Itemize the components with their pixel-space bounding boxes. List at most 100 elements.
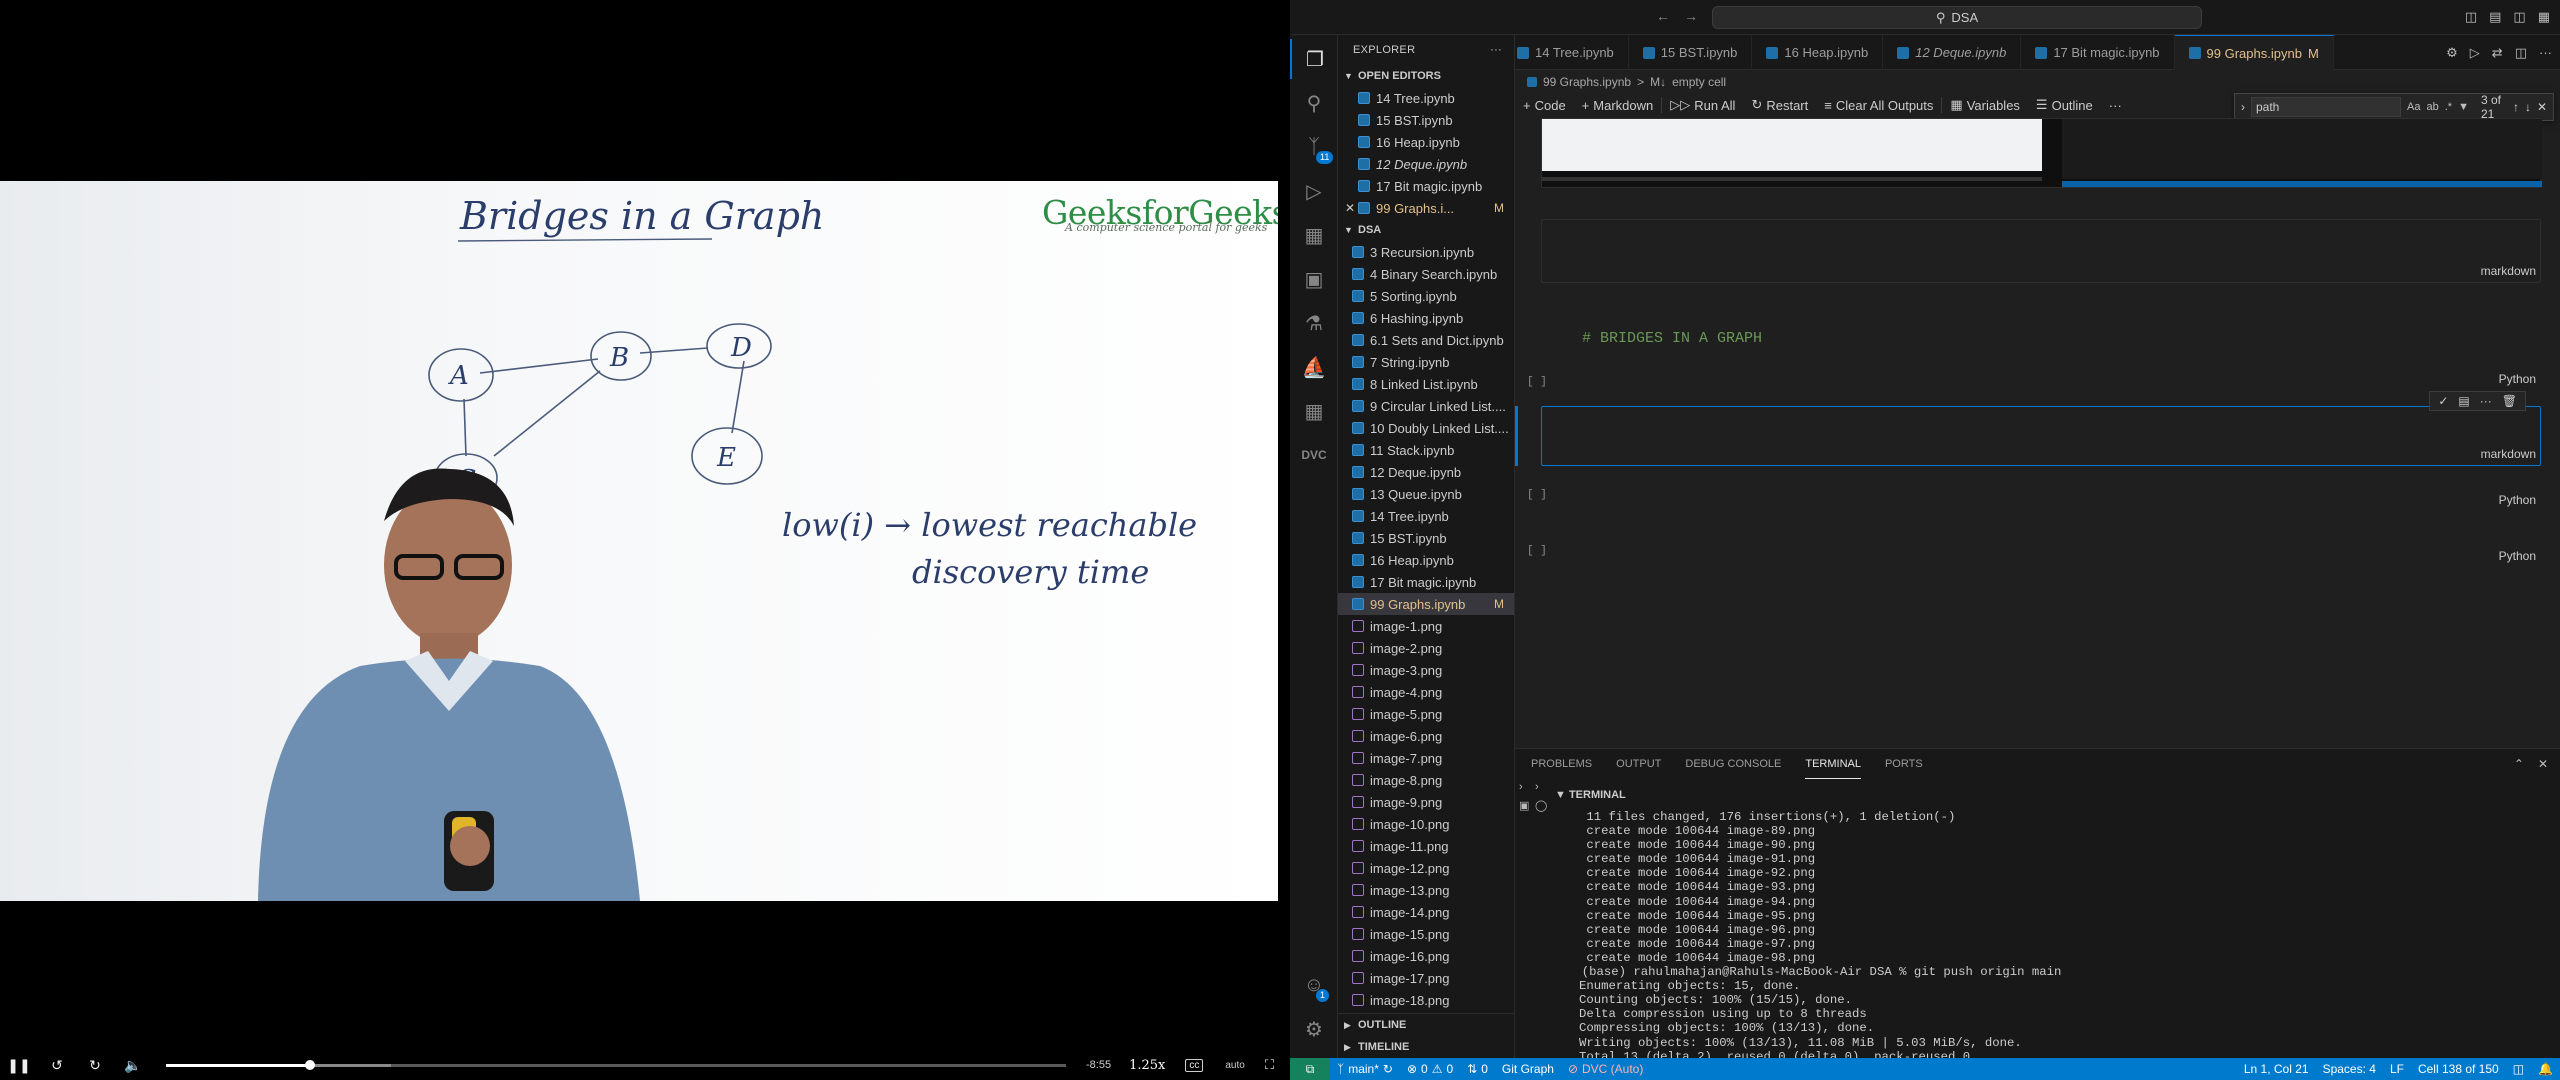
- file-tree-item[interactable]: image-11.png: [1338, 835, 1514, 857]
- match-case-toggle[interactable]: Aa: [2407, 101, 2420, 113]
- whole-word-toggle[interactable]: ab: [2426, 101, 2438, 113]
- file-tree-item[interactable]: 12 Deque.ipynb: [1338, 461, 1514, 483]
- search-view-icon[interactable]: ⚲: [1290, 83, 1338, 123]
- notebook-cell[interactable]: Python: [1541, 458, 2541, 512]
- settings-gear-icon[interactable]: ⚙: [1290, 1009, 1338, 1049]
- file-tree-item[interactable]: image-16.png: [1338, 945, 1514, 967]
- file-tree-item[interactable]: 3 Recursion.ipynb: [1338, 241, 1514, 263]
- nav-arrows[interactable]: ←→: [1656, 8, 1712, 24]
- editor-tab[interactable]: 16 Heap.ipynb: [1752, 35, 1884, 70]
- delete-icon[interactable]: 🗑: [2502, 394, 2517, 408]
- file-tree-item[interactable]: image-3.png: [1338, 659, 1514, 681]
- end-of-line[interactable]: LF: [2383, 1062, 2411, 1076]
- problems-indicator[interactable]: ⊗ 0 ⚠ 0: [1400, 1062, 1460, 1076]
- cursor-position[interactable]: Ln 1, Col 21: [2237, 1062, 2316, 1076]
- file-tree-item[interactable]: 7 String.ipynb: [1338, 351, 1514, 373]
- editor-tab[interactable]: 14 Tree.ipynb: [1515, 35, 1629, 70]
- progress-handle[interactable]: [305, 1059, 315, 1070]
- file-tree-item[interactable]: image-9.png: [1338, 791, 1514, 813]
- open-editor-item[interactable]: ✕ 99 Graphs.i... M: [1338, 197, 1514, 219]
- pause-button[interactable]: ❚❚: [0, 1050, 38, 1080]
- back-icon[interactable]: ←: [1656, 8, 1684, 24]
- breadcrumb-cell[interactable]: empty cell: [1672, 75, 1726, 89]
- forward-button[interactable]: ↻: [76, 1050, 114, 1080]
- file-tree-item[interactable]: image-17.png: [1338, 967, 1514, 989]
- cell-language[interactable]: Python: [2499, 493, 2536, 507]
- restart-button[interactable]: ↻ Restart: [1743, 97, 1816, 113]
- fullscreen-button[interactable]: ⛶: [1265, 1057, 1274, 1073]
- file-tree-item[interactable]: image-7.png: [1338, 747, 1514, 769]
- gear-icon[interactable]: ⚙: [2446, 45, 2458, 61]
- indentation[interactable]: Spaces: 4: [2316, 1062, 2383, 1076]
- run-icon[interactable]: ▷: [2470, 45, 2480, 61]
- chevron-right-icon[interactable]: ›: [1519, 781, 1523, 793]
- breadcrumb-file[interactable]: 99 Graphs.ipynb: [1543, 75, 1631, 89]
- panel-tab-output[interactable]: OUTPUT: [1616, 749, 1661, 779]
- file-tree-item[interactable]: 9 Circular Linked List....: [1338, 395, 1514, 417]
- add-code-cell-button[interactable]: + Code: [1515, 98, 1574, 113]
- file-tree-item[interactable]: 17 Bit magic.ipynb: [1338, 571, 1514, 593]
- file-tree-item[interactable]: 8 Linked List.ipynb: [1338, 373, 1514, 395]
- cell-language[interactable]: Python: [2499, 372, 2536, 386]
- file-tree-item[interactable]: image-2.png: [1338, 637, 1514, 659]
- account-icon[interactable]: ☺ 1: [1290, 965, 1338, 1005]
- extensions-icon[interactable]: ▦: [1290, 215, 1338, 255]
- git-graph-button[interactable]: Git Graph: [1495, 1062, 1561, 1076]
- filter-icon[interactable]: ▼: [2458, 101, 2469, 113]
- dvc-icon[interactable]: DVC: [1290, 435, 1338, 475]
- file-tree-item[interactable]: 11 Stack.ipynb: [1338, 439, 1514, 461]
- source-control-icon[interactable]: ᛉ 11: [1290, 127, 1338, 167]
- docker-icon[interactable]: ⛵: [1290, 347, 1338, 387]
- file-tree-item[interactable]: image-14.png: [1338, 901, 1514, 923]
- open-editor-item[interactable]: 12 Deque.ipynb: [1338, 153, 1514, 175]
- regex-toggle[interactable]: .*: [2445, 101, 2452, 113]
- file-tree-item[interactable]: image-13.png: [1338, 879, 1514, 901]
- command-center-search[interactable]: ⚲ DSA: [1712, 6, 2202, 29]
- chevron-right-icon[interactable]: ›: [1535, 781, 1539, 793]
- panel-tab-problems[interactable]: PROBLEMS: [1531, 749, 1592, 779]
- cell-indicator[interactable]: Cell 138 of 150: [2411, 1062, 2506, 1076]
- file-tree-item[interactable]: 6.1 Sets and Dict.ipynb: [1338, 329, 1514, 351]
- file-tree-item[interactable]: image-5.png: [1338, 703, 1514, 725]
- more-actions-icon[interactable]: ···: [2539, 45, 2552, 61]
- terminal-output[interactable]: 11 files changed, 176 insertions(+), 1 d…: [1579, 810, 2539, 1058]
- panel-tab-debug-console[interactable]: DEBUG CONSOLE: [1685, 749, 1781, 779]
- notebook-cell[interactable]: markdown: [1541, 219, 2541, 283]
- file-tree-item[interactable]: 16 Heap.ipynb: [1338, 549, 1514, 571]
- remote-explorer-icon[interactable]: ▣: [1290, 259, 1338, 299]
- split-editor-icon[interactable]: ◫: [2515, 45, 2527, 61]
- check-icon[interactable]: ✓: [2438, 394, 2448, 408]
- variables-button[interactable]: ▦ Variables: [1942, 97, 2028, 113]
- find-input[interactable]: [2251, 97, 2401, 117]
- outline-section[interactable]: ▶ OUTLINE: [1338, 1014, 1514, 1036]
- forward-nav-icon[interactable]: →: [1684, 8, 1712, 24]
- chevron-right-icon[interactable]: ›: [2241, 100, 2245, 114]
- kill-terminal-icon[interactable]: ◯: [1535, 799, 1547, 812]
- split-cell-icon[interactable]: ▤: [2458, 394, 2469, 408]
- run-all-button[interactable]: ▷▷ Run All: [1662, 97, 1743, 113]
- toggle-panel-icon[interactable]: ▤: [2489, 9, 2501, 25]
- file-tree-item[interactable]: 4 Binary Search.ipynb: [1338, 263, 1514, 285]
- captions-button[interactable]: cc: [1185, 1058, 1204, 1072]
- file-tree-item[interactable]: 5 Sorting.ipynb: [1338, 285, 1514, 307]
- video-player[interactable]: A B D C E Bridges in a Graph low(i) → lo…: [0, 0, 1290, 1080]
- file-tree-item[interactable]: image-8.png: [1338, 769, 1514, 791]
- close-icon[interactable]: ✕: [2537, 100, 2547, 114]
- close-icon[interactable]: ✕: [1342, 201, 1358, 215]
- file-tree-item[interactable]: image-4.png: [1338, 681, 1514, 703]
- toggle-sidebar-icon[interactable]: ◫: [2465, 9, 2477, 25]
- file-tree-item[interactable]: 13 Queue.ipynb: [1338, 483, 1514, 505]
- ports-indicator[interactable]: ⇅ 0: [1460, 1062, 1495, 1076]
- open-editor-item[interactable]: 16 Heap.ipynb: [1338, 131, 1514, 153]
- file-tree-item[interactable]: image-18.png: [1338, 989, 1514, 1011]
- file-tree-item[interactable]: 6 Hashing.ipynb: [1338, 307, 1514, 329]
- toggle-secondary-sidebar-icon[interactable]: ◫: [2513, 9, 2525, 25]
- file-tree-item[interactable]: image-10.png: [1338, 813, 1514, 835]
- playback-speed-button[interactable]: 1.25x: [1129, 1058, 1165, 1073]
- explorer-more-icon[interactable]: ···: [1490, 44, 1502, 56]
- git-graph-icon[interactable]: ▦: [1290, 391, 1338, 431]
- terminal-section-header[interactable]: ▼ TERMINAL: [1555, 789, 1626, 801]
- video-frame[interactable]: A B D C E Bridges in a Graph low(i) → lo…: [0, 181, 1278, 901]
- file-tree-item[interactable]: image-12.png: [1338, 857, 1514, 879]
- timeline-section[interactable]: ▶ TIMELINE: [1338, 1036, 1514, 1058]
